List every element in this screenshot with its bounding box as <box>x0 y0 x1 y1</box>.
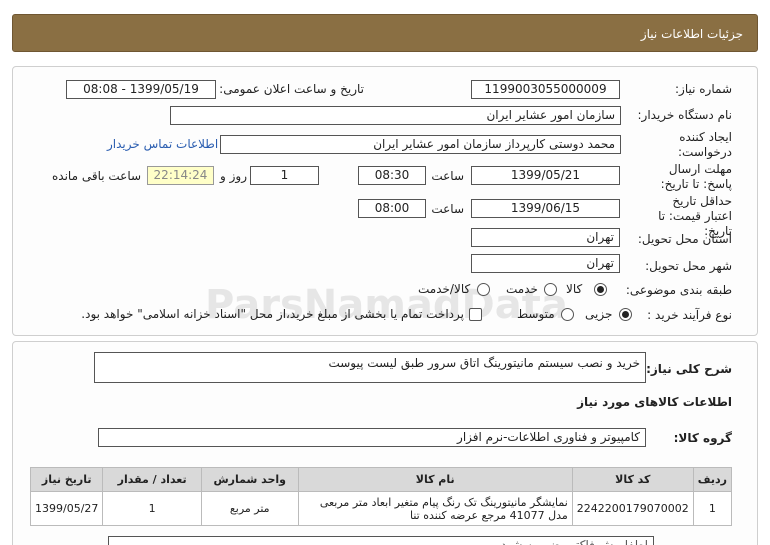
summary-label: شرح کلی نیاز: <box>646 362 732 376</box>
cell-code: 2242200179070002 <box>571 491 694 526</box>
days-field: 1 <box>250 166 319 185</box>
category-option-goods: کالا <box>566 282 583 296</box>
creator-label: ایجاد کننده درخواست: <box>678 130 732 159</box>
validity-time-field: 08:00 <box>358 199 426 218</box>
announce-label: تاریخ و ساعت اعلان عمومی: <box>219 82 364 96</box>
deadline-label: مهلت ارسال پاسخ: تا تاریخ: <box>660 162 732 191</box>
need-number-label: شماره نیاز: <box>675 82 732 96</box>
deadline-date-field: 1399/05/21 <box>471 166 620 185</box>
goods-group-field: کامپیوتر و فناوری اطلاعات-نرم افزار <box>98 428 646 447</box>
col-name: نام کالا <box>297 467 573 492</box>
process-radio-medium[interactable] <box>561 308 574 321</box>
days-label: روز و <box>220 169 247 183</box>
cell-name: نمایشگر مانیتورینگ تک رنگ پیام متغیر ابع… <box>297 491 573 526</box>
cell-date: 1399/05/27 <box>29 491 104 526</box>
cell-qty: 1 <box>102 491 202 526</box>
notes-field: لطفا پیش فاکتور ضمیمه شود... <box>108 536 654 545</box>
deadline-time-label: ساعت <box>431 169 464 183</box>
buyer-org-field: سازمان امور عشایر ایران <box>170 106 621 125</box>
category-option-service: خدمت <box>506 282 538 296</box>
summary-field: خرید و نصب سیستم مانیتورینگ اتاق سرور طب… <box>94 352 646 383</box>
category-radio-goods[interactable] <box>594 283 607 296</box>
deadline-time-field: 08:30 <box>358 166 426 185</box>
treasury-payment-checkbox[interactable] <box>469 308 482 321</box>
province-field: تهران <box>471 228 620 247</box>
city-label: شهر محل تحویل: <box>645 259 732 273</box>
goods-group-label: گروه کالا: <box>673 431 732 445</box>
process-radio-minor[interactable] <box>619 308 632 321</box>
province-label: استان محل تحویل: <box>637 232 732 246</box>
category-option-both: کالا/خدمت <box>418 282 471 296</box>
goods-table-header: ردیف کد کالا نام کالا واحد شمارش تعداد /… <box>29 467 733 492</box>
goods-table: ردیف کد کالا نام کالا واحد شمارش تعداد /… <box>29 467 733 526</box>
page-header: جزئیات اطلاعات نیاز <box>12 14 758 52</box>
validity-time-label: ساعت <box>431 202 464 216</box>
payment-note: پرداخت تمام یا بخشی از مبلغ خرید،از محل … <box>81 307 464 321</box>
process-option-minor: جزیی <box>585 307 613 321</box>
category-label: طبقه بندی موضوعی: <box>625 283 732 297</box>
buyer-org-label: نام دستگاه خریدار: <box>637 108 733 122</box>
col-unit: واحد شمارش <box>200 467 299 492</box>
col-date: تاریخ نیاز <box>29 467 104 492</box>
category-radio-both[interactable] <box>477 283 490 296</box>
process-option-medium: متوسط <box>517 307 555 321</box>
validity-date-field: 1399/06/15 <box>471 199 620 218</box>
process-label: نوع فرآیند خرید : <box>647 308 732 322</box>
category-radio-service[interactable] <box>544 283 557 296</box>
page-title: جزئیات اطلاعات نیاز <box>640 27 743 41</box>
announce-field: 1399/05/19 - 08:08 <box>66 80 216 99</box>
remaining-time-field: 22:14:24 <box>147 166 214 185</box>
col-qty: تعداد / مقدار <box>102 467 202 492</box>
goods-info-title: اطلاعات کالاهای مورد نیاز <box>577 395 732 409</box>
cell-row: 1 <box>692 491 733 526</box>
cell-unit: متر مربع <box>200 491 299 526</box>
creator-field: محمد دوستی کارپرداز سازمان امور عشایر ای… <box>220 135 621 154</box>
remaining-label: ساعت باقی مانده <box>52 169 142 183</box>
col-row: ردیف <box>692 467 733 492</box>
city-field: تهران <box>471 254 620 273</box>
need-number-field: 1199003055000009 <box>471 80 620 99</box>
table-row: 1 2242200179070002 نمایشگر مانیتورینگ تک… <box>29 491 733 526</box>
buyer-contact-link[interactable]: اطلاعات تماس خریدار <box>107 137 218 151</box>
col-code: کد کالا <box>571 467 694 492</box>
